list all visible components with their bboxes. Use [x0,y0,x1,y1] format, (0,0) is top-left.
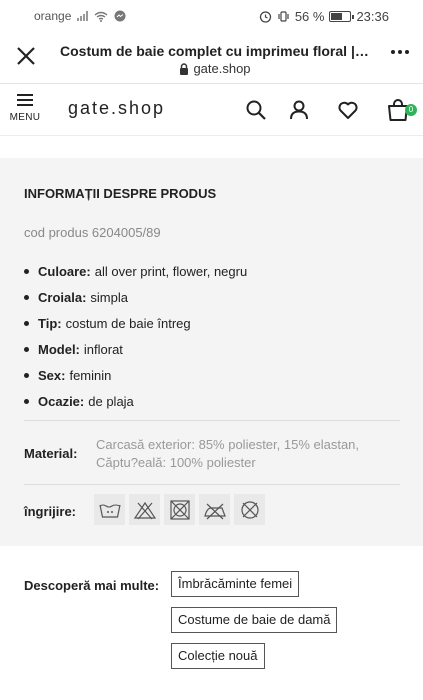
attribute-key: Culoare: [38,263,91,279]
material-label: Material: [24,446,78,461]
status-bar: orange 56 % 23:36 [0,0,423,32]
attribute-item: Sex: feminin [24,362,247,388]
attribute-value: feminin [69,367,112,383]
material-line: Căptu?eală: 100% poliester [96,455,256,470]
category-tag-link[interactable]: Colecție nouă [171,643,265,669]
category-tag-link[interactable]: Costume de baie de damă [171,607,338,633]
divider [24,420,400,421]
attribute-value: inflorat [83,341,123,357]
no-bleach-icon [129,494,160,525]
no-iron-icon [199,494,230,525]
section-heading: INFORMAȚII DESPRE PRODUS [24,186,217,201]
attribute-key: Model: [38,341,80,357]
account-icon[interactable] [287,98,311,122]
attribute-value: simpla [90,289,128,305]
search-icon[interactable] [244,98,268,122]
wash-30-icon [94,494,125,525]
menu-button[interactable]: MENU [8,92,42,130]
battery-icon [329,10,355,22]
attribute-key: Tip: [38,315,62,331]
site-logo[interactable]: gate.shop [68,98,165,119]
material-line: Carcasă exterior: 85% poliester, 15% ela… [96,437,360,452]
status-right: 56 % 23:36 [259,9,389,24]
attribute-key: Croiala: [38,289,87,305]
browser-header: Costum de baie complet cu imprimeu flora… [0,32,423,84]
messenger-icon [114,10,126,22]
discover-label: Descoperă mai multe: [24,578,160,593]
care-label: îngrijire: [24,504,77,519]
hamburger-icon [17,94,33,106]
attribute-item: Tip: costum de baie întreg [24,310,247,336]
product-code: cod produs 6204005/89 [24,225,161,240]
battery-percent: 56 % [294,8,325,24]
menu-label: MENU [9,112,41,123]
close-icon[interactable] [14,44,38,68]
page-title: Costum de baie complet cu imprimeu flora… [60,43,370,59]
lock-icon [180,62,189,75]
page-url: gate.shop [60,61,370,76]
clock: 23:36 [356,8,389,24]
signal-icon [77,11,89,21]
cart-count-badge: 0 [405,104,417,116]
attribute-value: de plaja [88,393,134,409]
attribute-item: Culoare: all over print, flower, negru [24,258,247,284]
attribute-list: Culoare: all over print, flower, negru Cr… [24,258,247,414]
attribute-item: Ocazie: de plaja [24,388,247,414]
product-info-panel: INFORMAȚII DESPRE PRODUS cod produs 6204… [0,158,423,546]
vibrate-icon [278,10,289,22]
more-options-icon[interactable] [391,50,409,54]
category-tag-link[interactable]: Îmbrăcăminte femei [171,571,300,597]
attribute-value: all over print, flower, negru [94,263,248,279]
status-left: orange [34,9,126,23]
carrier-name: orange [34,9,72,23]
attribute-item: Croiala: simpla [24,284,247,310]
no-dry-clean-icon [234,494,265,525]
material-text: Carcasă exterior: 85% poliester, 15% ela… [96,436,396,472]
attribute-value: costum de baie întreg [65,315,191,331]
page-url-text: gate.shop [193,61,251,76]
wifi-icon [94,11,108,22]
attribute-item: Model: inflorat [24,336,247,362]
attribute-key: Sex: [38,367,66,383]
alarm-icon [259,10,271,23]
care-icons [94,494,265,525]
wishlist-heart-icon[interactable] [336,98,360,122]
divider [24,484,400,485]
attribute-key: Ocazie: [38,393,85,409]
no-tumble-dry-icon [164,494,195,525]
site-nav: MENU gate.shop [0,84,423,136]
